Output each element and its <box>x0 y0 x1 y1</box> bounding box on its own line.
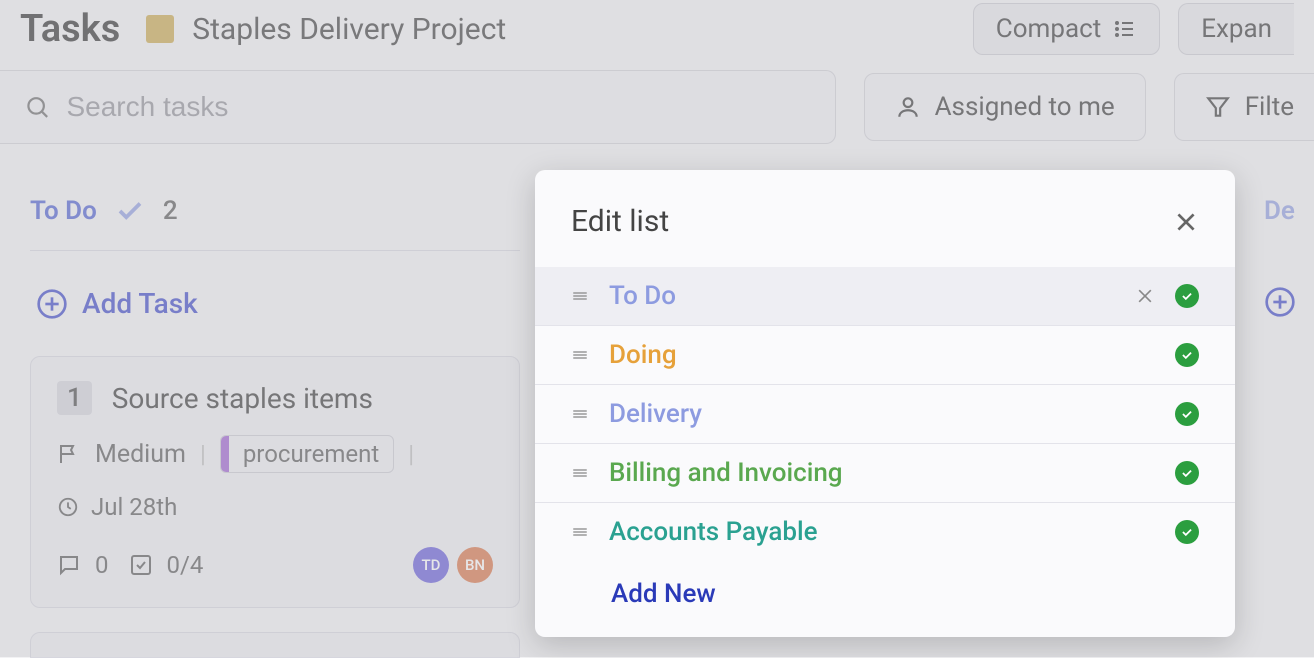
list-name: Billing and Invoicing <box>609 458 1155 488</box>
list-row-todo[interactable]: To Do <box>535 267 1235 326</box>
drag-handle-icon[interactable] <box>571 464 589 482</box>
list-row-delivery[interactable]: Delivery <box>535 385 1235 444</box>
check-circle-icon[interactable] <box>1175 402 1199 426</box>
remove-icon[interactable] <box>1135 286 1155 306</box>
list-name: Doing <box>609 340 1155 370</box>
check-circle-icon[interactable] <box>1175 343 1199 367</box>
list-row-accounts[interactable]: Accounts Payable <box>535 503 1235 561</box>
check-circle-icon[interactable] <box>1175 520 1199 544</box>
list-name: To Do <box>609 281 1115 311</box>
list-name: Delivery <box>609 399 1155 429</box>
drag-handle-icon[interactable] <box>571 405 589 423</box>
check-circle-icon[interactable] <box>1175 284 1199 308</box>
list-row-billing[interactable]: Billing and Invoicing <box>535 444 1235 503</box>
close-icon[interactable] <box>1173 209 1199 235</box>
drag-handle-icon[interactable] <box>571 523 589 541</box>
drag-handle-icon[interactable] <box>571 346 589 364</box>
add-new-list-button[interactable]: Add New <box>535 561 1235 637</box>
list-name: Accounts Payable <box>609 517 1155 547</box>
modal-title: Edit list <box>571 204 669 239</box>
edit-list-modal: Edit list To Do Doing Delivery Billing a… <box>535 170 1235 637</box>
list-row-doing[interactable]: Doing <box>535 326 1235 385</box>
drag-handle-icon[interactable] <box>571 287 589 305</box>
add-new-label: Add New <box>611 579 716 609</box>
check-circle-icon[interactable] <box>1175 461 1199 485</box>
